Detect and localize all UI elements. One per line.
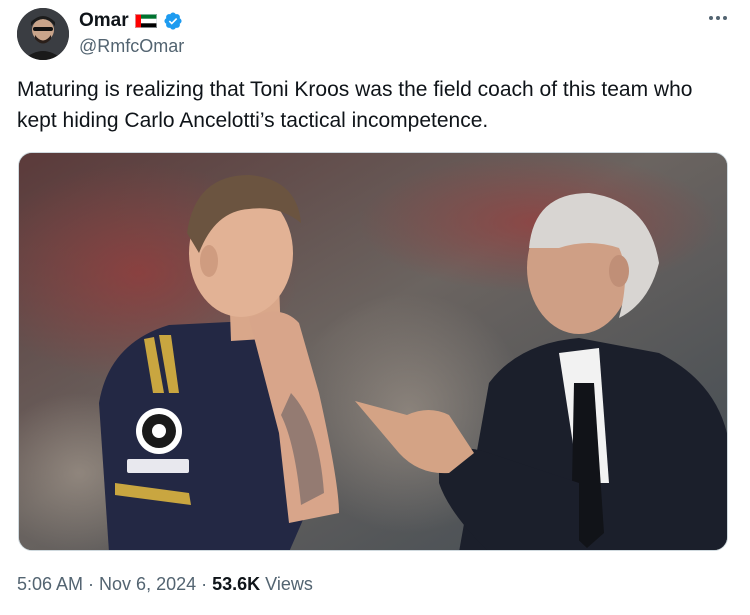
author-handle[interactable]: @RmfcOmar bbox=[79, 36, 184, 57]
photo-toni-kroos-and-carlo-ancelotti-icon bbox=[19, 153, 727, 550]
tweet-time[interactable]: 5:06 AM bbox=[17, 574, 83, 595]
avatar-photo-icon bbox=[17, 8, 69, 60]
author-display-name[interactable]: Omar bbox=[79, 10, 129, 32]
views-label: Views bbox=[265, 574, 313, 594]
meta-separator: · bbox=[88, 574, 95, 594]
tweet-media[interactable] bbox=[18, 152, 728, 551]
author-name-row: Omar bbox=[79, 8, 183, 34]
uae-flag-icon bbox=[134, 14, 157, 28]
tweet: Omar @RmfcOmar Maturing is realizing tha… bbox=[0, 0, 750, 615]
more-options-icon[interactable] bbox=[700, 6, 736, 30]
views-count[interactable]: 53.6K bbox=[212, 574, 260, 595]
meta-separator: · bbox=[201, 574, 208, 594]
tweet-date[interactable]: Nov 6, 2024 bbox=[99, 574, 196, 595]
avatar[interactable] bbox=[17, 8, 69, 60]
tweet-text: Maturing is realizing that Toni Kroos wa… bbox=[17, 78, 693, 132]
tweet-meta: 5:06 AM · Nov 6, 2024 · 53.6K Views bbox=[17, 574, 313, 595]
verified-badge-icon[interactable] bbox=[163, 11, 183, 31]
